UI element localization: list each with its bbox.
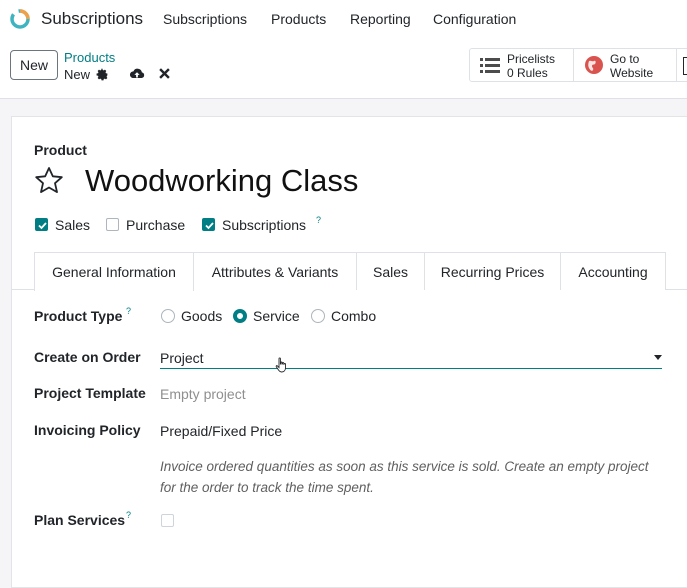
gear-icon[interactable]: [96, 68, 109, 81]
menu-configuration[interactable]: Configuration: [433, 11, 516, 27]
globe-icon: [585, 56, 603, 74]
cloud-upload-icon[interactable]: [129, 67, 145, 81]
purchase-label: Purchase: [126, 217, 186, 233]
tab-accounting[interactable]: Accounting: [560, 252, 666, 290]
goods-label: Goods: [181, 308, 223, 324]
tab-attributes-variants[interactable]: Attributes & Variants: [193, 252, 357, 290]
new-button[interactable]: New: [10, 50, 58, 80]
subscriptions-checkbox[interactable]: [202, 218, 215, 231]
subscriptions-help-icon[interactable]: ?: [316, 215, 321, 225]
pricelists-button[interactable]: Pricelists 0 Rules: [470, 49, 573, 81]
sales-checkbox[interactable]: [35, 218, 48, 231]
hand-cursor-icon: [275, 357, 286, 373]
menu-products[interactable]: Products: [271, 11, 326, 27]
stat-divider: [676, 49, 677, 81]
discard-icon[interactable]: [159, 68, 170, 79]
list-icon: [480, 58, 500, 73]
product-type-label: Product Type: [34, 308, 123, 324]
app-name[interactable]: Subscriptions: [41, 9, 143, 29]
menu-subscriptions[interactable]: Subscriptions: [163, 11, 247, 27]
combo-radio[interactable]: [311, 309, 325, 323]
create-on-order-select[interactable]: Project: [160, 350, 204, 366]
sales-label: Sales: [55, 217, 91, 233]
invoicing-policy-select[interactable]: Prepaid/Fixed Price: [160, 423, 282, 439]
service-label: Service: [253, 308, 300, 324]
service-radio[interactable]: [233, 309, 247, 323]
product-name-input[interactable]: Woodworking Class: [85, 163, 358, 199]
plan-services-label: Plan Services: [34, 512, 126, 528]
app-logo-icon[interactable]: [9, 8, 31, 30]
chevron-down-icon[interactable]: [654, 355, 662, 360]
goods-radio[interactable]: [161, 309, 175, 323]
invoicing-policy-hint: Invoice ordered quantities as soon as th…: [160, 459, 649, 495]
stat-buttons: Pricelists 0 Rules Go to Website: [469, 48, 687, 82]
create-on-order-label: Create on Order: [34, 349, 141, 365]
go-to-website-button[interactable]: Go to Website: [574, 49, 676, 81]
menu-reporting[interactable]: Reporting: [350, 11, 411, 27]
purchase-checkbox[interactable]: [106, 218, 119, 231]
control-panel: New Products New Pricelists 0 Rules Go t…: [0, 38, 687, 99]
product-label: Product: [34, 142, 87, 158]
subscriptions-label: Subscriptions: [222, 217, 307, 233]
website-label-2: Website: [610, 66, 654, 80]
more-stat-button[interactable]: [683, 57, 687, 75]
project-template-label: Project Template: [34, 385, 146, 401]
plan-services-checkbox[interactable]: [161, 514, 174, 527]
pricelists-label: Pricelists: [507, 52, 556, 66]
pricelists-count: 0 Rules: [507, 66, 548, 80]
website-label-1: Go to: [610, 52, 640, 66]
breadcrumb-products[interactable]: Products: [64, 50, 115, 65]
project-template-input[interactable]: Empty project: [160, 386, 246, 402]
combo-label: Combo: [331, 308, 377, 324]
invoicing-policy-label: Invoicing Policy: [34, 422, 141, 438]
star-icon[interactable]: [33, 165, 65, 197]
top-navbar: Subscriptions Subscriptions Products Rep…: [0, 0, 687, 38]
tab-recurring-prices[interactable]: Recurring Prices: [424, 252, 561, 290]
plan-services-help-icon[interactable]: ?: [126, 510, 131, 520]
tab-sales[interactable]: Sales: [356, 252, 425, 290]
tab-general-information[interactable]: General Information: [34, 252, 194, 291]
select-underline: [160, 368, 662, 369]
breadcrumb-current: New: [64, 67, 91, 82]
product-type-help-icon[interactable]: ?: [126, 306, 131, 316]
